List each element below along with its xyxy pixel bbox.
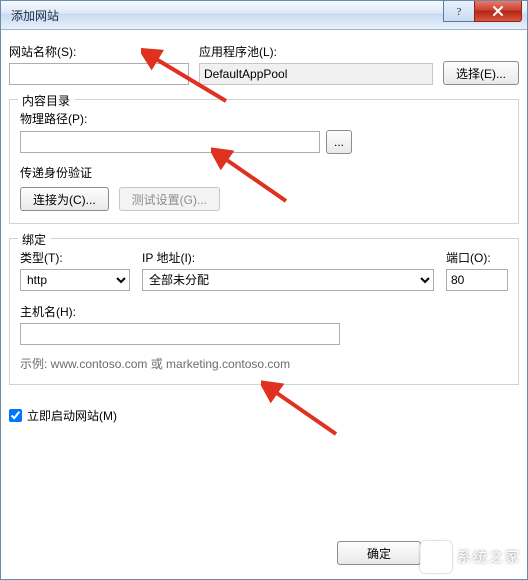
physical-path-input[interactable]: [20, 131, 320, 153]
window-title: 添加网站: [11, 7, 59, 24]
binding-legend: 绑定: [18, 231, 50, 248]
row-sitename-apppool: 网站名称(S): 应用程序池(L): 选择(E)...: [9, 43, 519, 85]
start-now-row: 立即启动网站(M): [9, 407, 519, 424]
app-pool-label: 应用程序池(L):: [199, 43, 433, 60]
select-app-pool-button[interactable]: 选择(E)...: [443, 61, 519, 85]
binding-ip-select[interactable]: 全部未分配: [142, 269, 434, 291]
window-buttons: ?: [444, 1, 522, 22]
site-name-input[interactable]: [9, 63, 189, 85]
app-pool-input: [199, 63, 433, 85]
watermark-logo-icon: [420, 541, 452, 573]
watermark-text: 系统之家: [457, 547, 521, 567]
ok-button[interactable]: 确定: [337, 541, 421, 565]
dialog-window: 添加网站 ? 网站名称(S): 应用程序池(L): 选择(E)...: [0, 0, 528, 580]
client-area: 网站名称(S): 应用程序池(L): 选择(E)... 内容目录 物理路径(P)…: [9, 37, 519, 571]
binding-port-label: 端口(O):: [446, 249, 508, 266]
binding-type-label: 类型(T):: [20, 249, 130, 266]
binding-fieldset: 绑定 类型(T): http IP 地址(I): 全部未分配 端口(O):: [9, 238, 519, 385]
start-now-label: 立即启动网站(M): [27, 407, 117, 424]
close-button[interactable]: [474, 1, 522, 22]
titlebar: 添加网站 ?: [1, 1, 527, 30]
passthrough-auth-label: 传递身份验证: [20, 164, 508, 181]
binding-port-input[interactable]: [446, 269, 508, 291]
help-button[interactable]: ?: [443, 1, 475, 22]
start-now-checkbox[interactable]: [9, 409, 22, 422]
binding-ip-label: IP 地址(I):: [142, 249, 434, 266]
watermark: 系统之家: [420, 541, 521, 573]
physical-path-label: 物理路径(P):: [20, 110, 508, 127]
binding-host-input[interactable]: [20, 323, 340, 345]
binding-host-label: 主机名(H):: [20, 303, 508, 320]
svg-text:?: ?: [457, 6, 462, 17]
browse-path-button[interactable]: ...: [326, 130, 352, 154]
site-name-label: 网站名称(S):: [9, 43, 189, 60]
binding-example-text: 示例: www.contoso.com 或 marketing.contoso.…: [20, 355, 508, 372]
connect-as-button[interactable]: 连接为(C)...: [20, 187, 109, 211]
content-dir-legend: 内容目录: [18, 92, 74, 109]
content-dir-fieldset: 内容目录 物理路径(P): ... 传递身份验证 连接为(C)... 测试设置(…: [9, 99, 519, 224]
binding-type-select[interactable]: http: [20, 269, 130, 291]
test-settings-button: 测试设置(G)...: [119, 187, 220, 211]
